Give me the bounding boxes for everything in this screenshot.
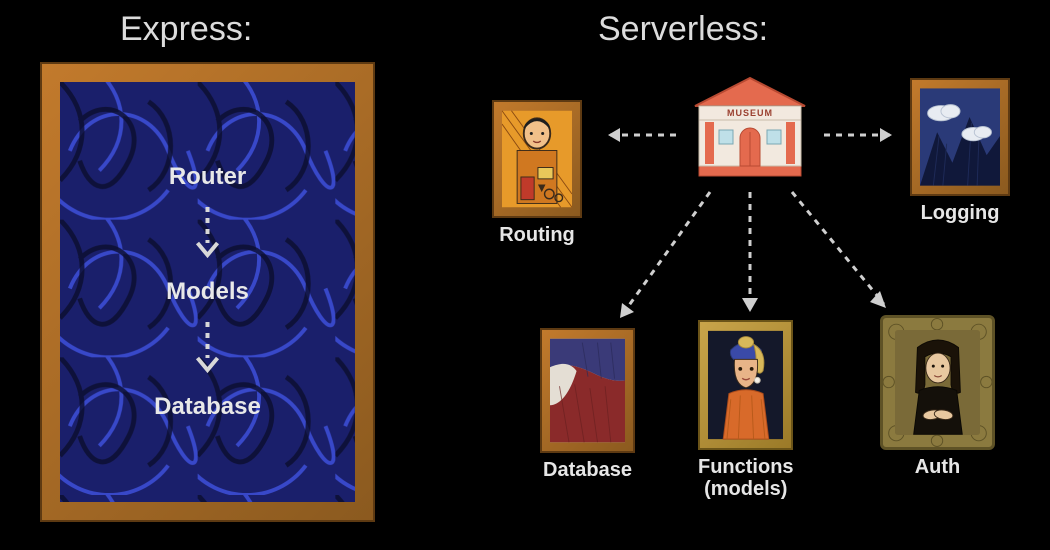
routing-node: Routing <box>492 100 582 246</box>
auth-art-icon <box>895 330 980 435</box>
express-router-label: Router <box>60 163 355 191</box>
museum-hub-icon: MUSEUM <box>685 72 815 182</box>
functions-node: Functions (models) <box>698 320 794 500</box>
routing-label: Routing <box>492 224 582 246</box>
museum-hub-label: MUSEUM <box>727 108 773 118</box>
database-frame <box>540 328 635 453</box>
database-node: Database <box>540 328 635 481</box>
serverless-title: Serverless: <box>598 10 768 49</box>
express-painting-canvas: Router Models Database <box>60 82 355 502</box>
auth-label: Auth <box>880 456 995 478</box>
arrow-down-icon <box>194 318 222 376</box>
arrow-down-icon <box>194 203 222 261</box>
functions-frame <box>698 320 793 450</box>
express-stack: Router Models Database <box>60 155 355 429</box>
functions-art-icon <box>708 330 783 440</box>
logging-frame <box>910 78 1010 196</box>
express-models-label: Models <box>60 278 355 306</box>
express-painting-frame: Router Models Database <box>40 62 375 522</box>
express-title: Express: <box>120 10 252 49</box>
auth-frame <box>880 315 995 450</box>
logging-label: Logging <box>910 202 1010 224</box>
auth-node: Auth <box>880 315 995 478</box>
logging-art-icon <box>920 88 1000 186</box>
routing-frame <box>492 100 582 218</box>
express-database-label: Database <box>60 393 355 421</box>
routing-art-icon <box>502 110 572 208</box>
database-label: Database <box>540 459 635 481</box>
database-art-icon <box>550 338 625 443</box>
functions-label: Functions (models) <box>698 456 794 500</box>
logging-node: Logging <box>910 78 1010 224</box>
